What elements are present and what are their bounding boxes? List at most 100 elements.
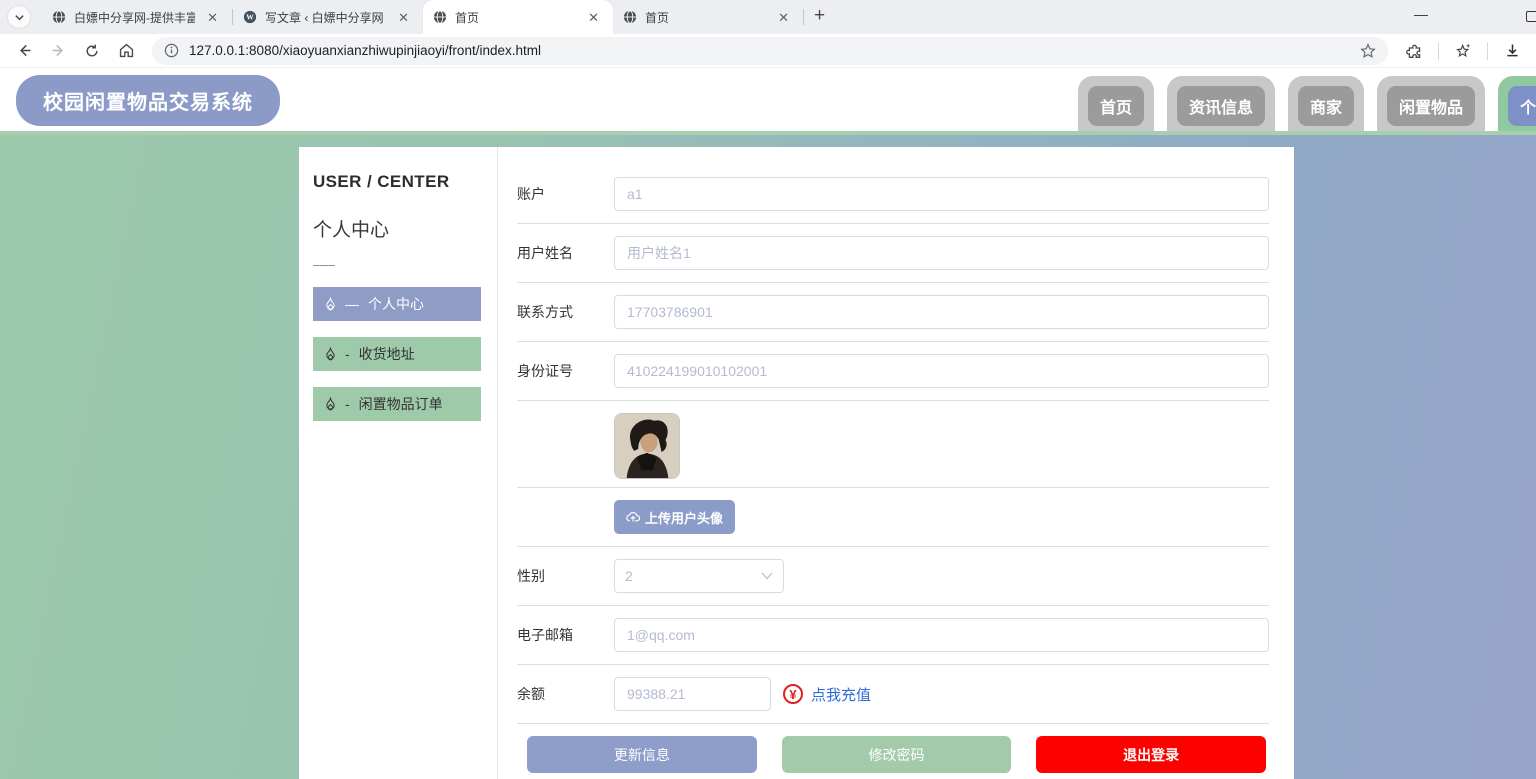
page-background: USER / CENTER 个人中心 — 个人中心 - 收货地址 - 闲置物品订…: [0, 135, 1536, 779]
window-minimize-button[interactable]: —: [1414, 6, 1428, 22]
tab-close-icon[interactable]: ✕: [774, 9, 793, 26]
avatar-portrait-image: [615, 414, 679, 478]
nav-news-button[interactable]: 资讯信息: [1177, 86, 1266, 126]
form-actions: 更新信息 修改密码 退出登录: [517, 724, 1269, 779]
tab-title: 首页: [645, 10, 670, 25]
menu-dash: -: [345, 396, 350, 412]
user-avatar: [614, 413, 680, 479]
reload-button[interactable]: [78, 37, 106, 65]
email-input[interactable]: [614, 618, 1269, 652]
reading-list-button[interactable]: [1449, 37, 1477, 65]
address-bar[interactable]: 127.0.0.1:8080/xiaoyuanxianzhiwupinjiaoy…: [152, 36, 1388, 65]
tab-close-icon[interactable]: ✕: [203, 9, 222, 26]
download-icon: [1506, 44, 1518, 57]
username-input[interactable]: [614, 236, 1269, 270]
tab-title: 写文章 ‹ 白嫖中分享网: [265, 10, 384, 25]
toolbar-separator: [1438, 41, 1439, 60]
update-info-button[interactable]: 更新信息: [527, 736, 757, 773]
nav-user-center-button[interactable]: 个人中心: [1508, 86, 1536, 126]
nav-tab-merchant[interactable]: 商家: [1288, 76, 1365, 131]
tab-search-button[interactable]: [8, 6, 30, 28]
browser-tab-4[interactable]: 首页 ✕: [613, 0, 803, 34]
gender-label: 性别: [517, 568, 545, 584]
toolbar-separator: [1487, 41, 1488, 60]
browser-tab-1[interactable]: 白嫖中分享网-提供丰富的 Java ✕: [42, 0, 232, 34]
flame-icon: [326, 397, 335, 411]
window-maximize-button[interactable]: [1526, 11, 1536, 22]
form-row-balance: 余额 ¥ 点我充值: [517, 665, 1269, 724]
wordpress-icon: W: [243, 10, 257, 24]
globe-icon: [52, 10, 66, 24]
form-row-avatar: [517, 401, 1269, 488]
puzzle-icon: [1405, 44, 1420, 58]
tab-close-icon[interactable]: ✕: [584, 9, 603, 26]
menu-label: 闲置物品订单: [358, 396, 443, 412]
sidebar-item-address[interactable]: - 收货地址: [313, 337, 481, 371]
chevron-down-icon: [761, 572, 773, 580]
idcard-input[interactable]: [614, 354, 1269, 388]
menu-label: 收货地址: [358, 346, 415, 362]
site-info-icon[interactable]: [164, 43, 179, 58]
gender-select[interactable]: 2: [614, 559, 784, 593]
yen-circle-icon: ¥: [783, 684, 803, 704]
menu-label: 个人中心: [368, 296, 424, 312]
browser-toolbar: 127.0.0.1:8080/xiaoyuanxianzhiwupinjiaoy…: [0, 34, 1536, 68]
url-text[interactable]: 127.0.0.1:8080/xiaoyuanxianzhiwupinjiaoy…: [189, 43, 1350, 58]
star-sparkle-icon: [1455, 43, 1470, 58]
upload-button-label: 上传用户头像: [645, 510, 724, 526]
sidebar-heading: USER / CENTER: [313, 172, 450, 191]
nav-tab-user-center[interactable]: 个人中心: [1498, 76, 1536, 131]
nav-tab-items[interactable]: 闲置物品: [1377, 76, 1486, 131]
profile-form: 账户 用户姓名 联系方式 身份证号: [498, 147, 1294, 779]
tab-title: 首页: [455, 10, 480, 25]
cloud-upload-icon: [626, 512, 640, 522]
home-button[interactable]: [112, 37, 140, 65]
form-row-gender: 性别 2: [517, 547, 1269, 606]
form-row-contact: 联系方式: [517, 283, 1269, 342]
back-button[interactable]: [10, 37, 38, 65]
downloads-button[interactable]: [1498, 37, 1526, 65]
nav-merchant-button[interactable]: 商家: [1298, 86, 1355, 126]
change-password-button[interactable]: 修改密码: [781, 736, 1012, 773]
email-label: 电子邮箱: [517, 627, 573, 643]
username-label: 用户姓名: [517, 245, 573, 261]
recharge-link[interactable]: 点我充值: [811, 684, 871, 705]
form-row-username: 用户姓名: [517, 224, 1269, 283]
site-logo: 校园闲置物品交易系统: [16, 75, 280, 126]
nav-home-button[interactable]: 首页: [1088, 86, 1145, 126]
account-label: 账户: [517, 186, 545, 202]
bookmark-star-icon[interactable]: [1360, 42, 1376, 59]
balance-label: 余额: [517, 686, 545, 702]
nav-tab-news[interactable]: 资讯信息: [1167, 76, 1276, 131]
menu-dash: —: [345, 296, 359, 312]
logout-button[interactable]: 退出登录: [1036, 736, 1267, 773]
sidebar-item-user-center[interactable]: — 个人中心: [313, 287, 481, 321]
idcard-label: 身份证号: [517, 363, 573, 379]
account-input[interactable]: [614, 177, 1269, 211]
nav-items-button[interactable]: 闲置物品: [1387, 86, 1476, 126]
menu-dash: -: [345, 346, 350, 362]
browser-tab-2[interactable]: W 写文章 ‹ 白嫖中分享网 ✕: [233, 0, 423, 34]
form-row-account: 账户: [517, 165, 1269, 224]
contact-input[interactable]: [614, 295, 1269, 329]
flame-icon: [326, 297, 335, 311]
tab-close-icon[interactable]: ✕: [394, 9, 413, 26]
new-tab-button[interactable]: +: [804, 5, 837, 29]
nav-tab-home[interactable]: 首页: [1078, 76, 1155, 131]
globe-icon: [433, 10, 447, 24]
upload-avatar-button[interactable]: 上传用户头像: [614, 500, 736, 534]
tab-title: 白嫖中分享网-提供丰富的 Java: [74, 10, 196, 25]
globe-icon: [623, 10, 637, 24]
forward-button[interactable]: [44, 37, 72, 65]
flame-icon: [326, 347, 335, 361]
browser-tab-3-active[interactable]: 首页 ✕: [423, 0, 613, 34]
gender-selected-value: 2: [625, 568, 633, 584]
balance-input[interactable]: [614, 677, 771, 711]
form-row-email: 电子邮箱: [517, 606, 1269, 665]
extensions-button[interactable]: [1400, 37, 1428, 65]
chevron-down-icon: [14, 14, 24, 20]
sidebar-subheading: 个人中心: [313, 220, 390, 241]
sidebar: USER / CENTER 个人中心 — 个人中心 - 收货地址 - 闲置物品订…: [299, 147, 498, 779]
sidebar-divider: [313, 265, 335, 266]
sidebar-item-orders[interactable]: - 闲置物品订单: [313, 387, 481, 421]
